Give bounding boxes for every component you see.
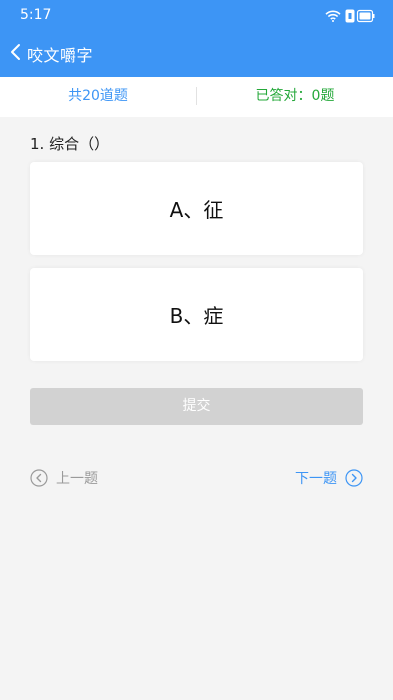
next-question-label: 下一题 <box>295 471 337 487</box>
chevron-left-icon[interactable] <box>8 42 24 62</box>
total-questions: 共20道题 <box>68 88 128 104</box>
option-b-button[interactable]: B、症 <box>30 268 363 361</box>
app-header: 5:17 咬文嚼字 <box>0 0 393 77</box>
correct-count: 已答对：0题 <box>255 88 335 104</box>
battery-icon <box>345 9 375 23</box>
prev-question-label: 上一题 <box>56 471 98 487</box>
nav-bar: 咬文嚼字 <box>0 34 393 72</box>
status-icons <box>325 8 375 24</box>
option-a-button[interactable]: A、征 <box>30 162 363 255</box>
chevron-right-circle-icon <box>345 469 363 487</box>
wifi-icon <box>325 10 341 22</box>
status-time: 5:17 <box>20 7 52 23</box>
submit-button[interactable]: 提交 <box>30 388 363 425</box>
prev-question-button[interactable]: 上一题 <box>30 468 98 488</box>
chevron-left-circle-icon <box>30 469 48 487</box>
next-question-button[interactable]: 下一题 <box>295 468 363 488</box>
question-text: 1. 综合（） <box>30 135 110 153</box>
score-summary: 共20道题 已答对：0题 <box>0 77 393 117</box>
page-title: 咬文嚼字 <box>27 46 94 65</box>
status-bar: 5:17 <box>0 0 393 32</box>
option-a-label: A、征 <box>169 198 224 222</box>
option-b-label: B、症 <box>169 304 224 328</box>
